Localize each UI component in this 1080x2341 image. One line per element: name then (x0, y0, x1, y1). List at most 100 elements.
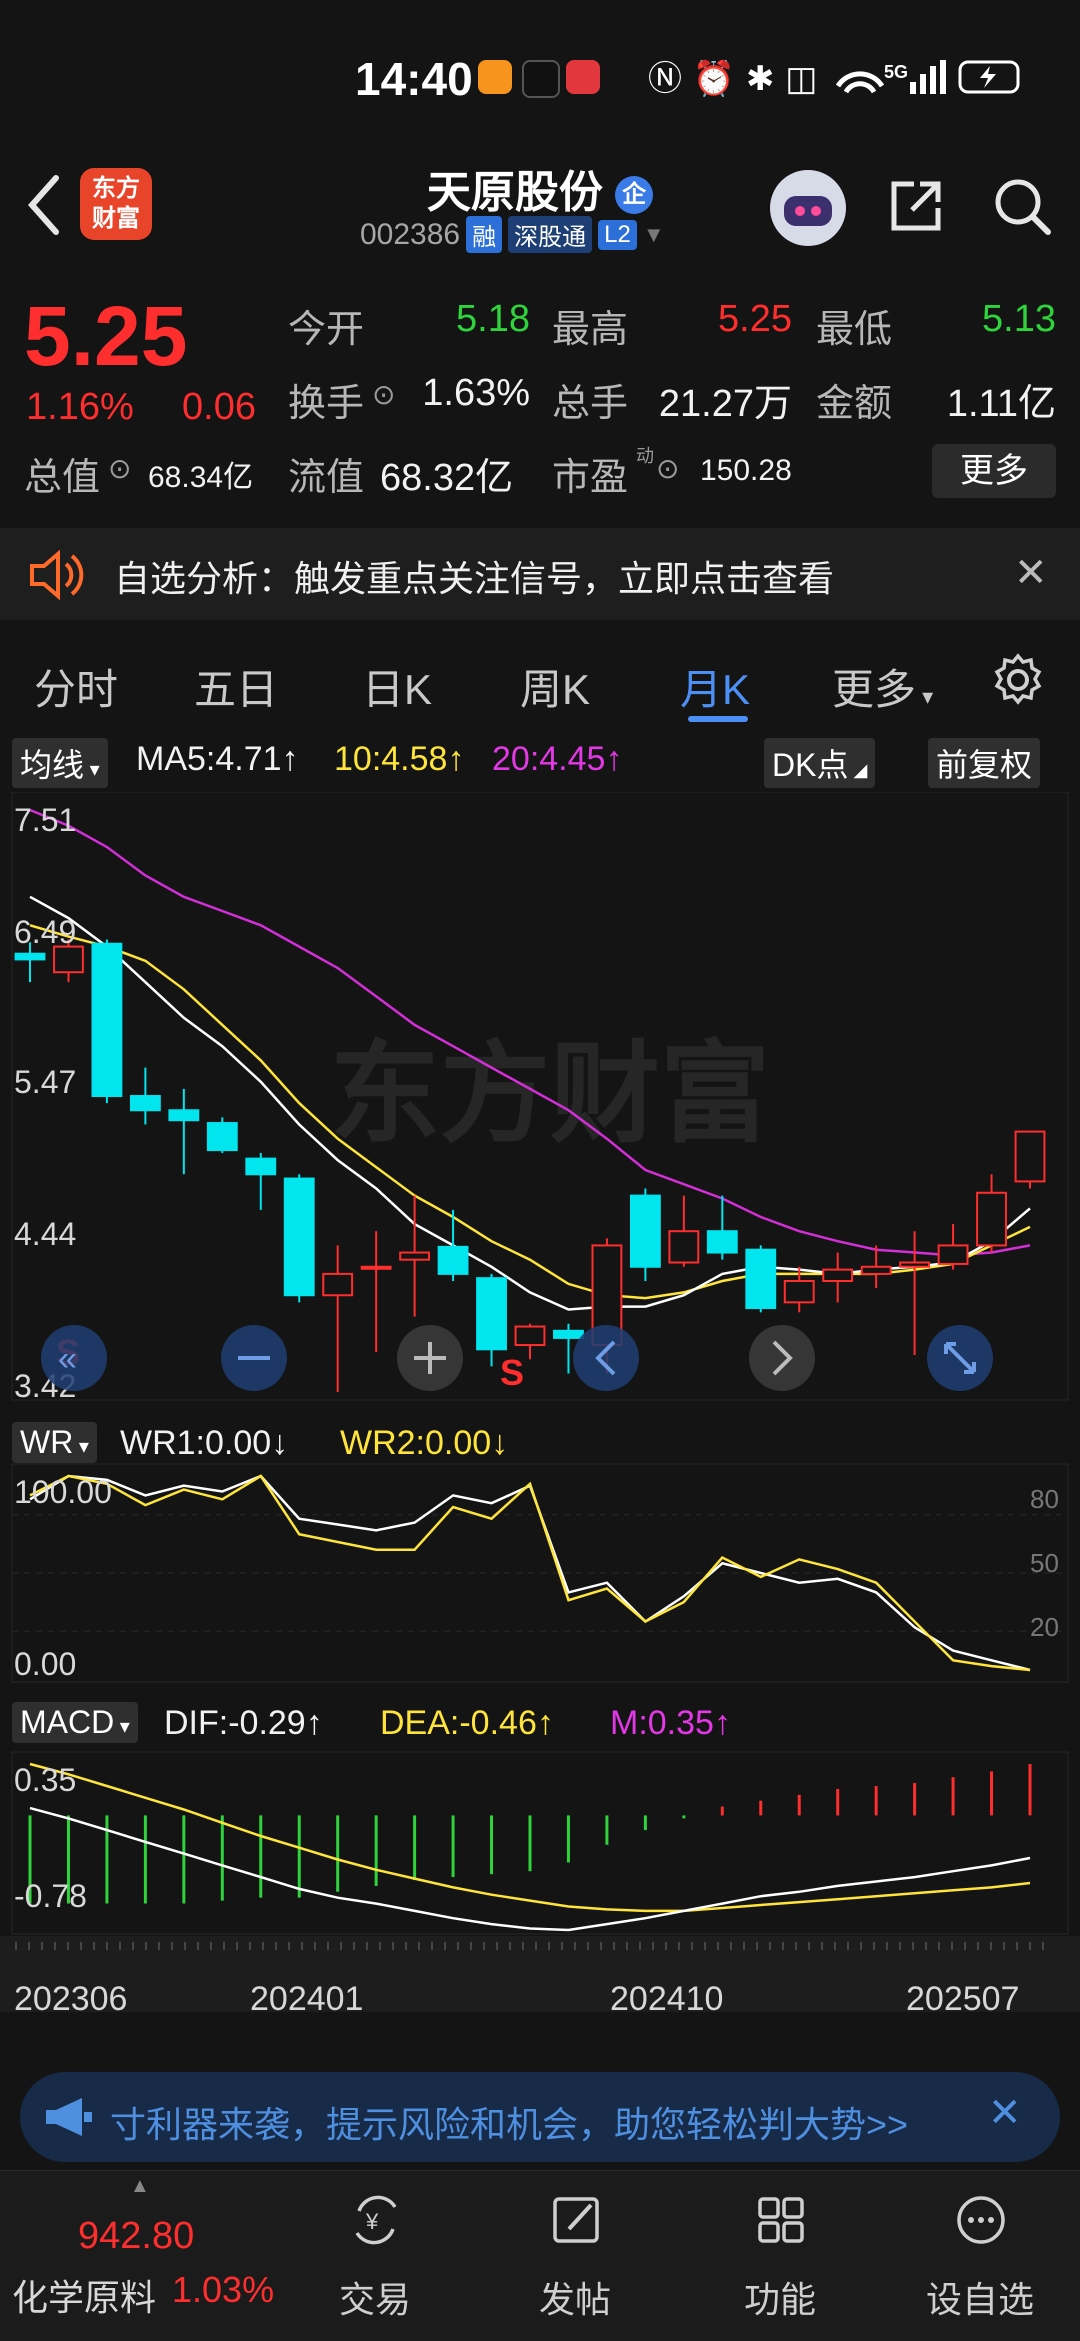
candle-body (668, 1230, 700, 1264)
promo-banner[interactable]: 寸利器来袭，提示风险和机会，助您轻松判大势>> ✕ (20, 2072, 1060, 2162)
close-icon[interactable]: ✕ (988, 2090, 1022, 2136)
kline-axis-label: 7.51 (14, 802, 77, 838)
candle-body (360, 1265, 392, 1270)
turnover-label: 换手 (288, 383, 365, 425)
robot-assistant-icon[interactable] (770, 170, 846, 246)
more-quote-button[interactable]: 更多 (932, 444, 1056, 498)
wr-axis-bottom: 0.00 (14, 1646, 77, 1682)
scroll-left-button[interactable] (573, 1325, 639, 1391)
notification-app-icon (478, 60, 512, 94)
candle-body (899, 1261, 931, 1268)
adjust-button[interactable]: 前复权 (928, 738, 1041, 788)
candle-body (245, 1157, 277, 1176)
candle-body (322, 1272, 354, 1297)
index-percent: 1.03% (172, 2269, 275, 2310)
zoom-out-button[interactable] (221, 1325, 287, 1391)
index-quote[interactable]: ▲ 942.80 化学原料 1.03% (0, 2171, 290, 2341)
candle-body (91, 942, 123, 1098)
nav-functions[interactable]: 功能 (690, 2171, 870, 2341)
svg-text:«: « (58, 1340, 77, 1378)
margin-tag: 融 (466, 216, 503, 253)
change-amount: 0.06 (182, 386, 256, 428)
wr-legend: WR ▾ WR1:0.00↓ WR2:0.00↓ (0, 1416, 1080, 1474)
huawei-store-icon (566, 60, 600, 94)
chart-svg[interactable]: 东方财富 (0, 792, 1080, 2012)
macd-selector[interactable]: MACD ▾ (12, 1702, 138, 1743)
mktcap-value: 68.34亿 (148, 461, 254, 494)
share-icon[interactable] (886, 176, 946, 236)
nav-add-watchlist[interactable]: 设自选 (890, 2171, 1070, 2341)
analysis-notice[interactable]: 自选分析：触发重点关注信号，立即点击查看 ✕ (0, 528, 1080, 620)
date-tick: 202306 (14, 1980, 128, 2018)
info-icon[interactable]: ⊙ (656, 452, 679, 485)
macd-panel-border (11, 1751, 1069, 1935)
scroll-right-button[interactable] (749, 1325, 815, 1391)
banner-text: 寸利器来袭，提示风险和机会，助您轻松判大势>> (110, 2104, 909, 2145)
nav-add-watchlist-label: 设自选 (925, 2279, 1034, 2320)
info-icon[interactable]: ⊙ (108, 452, 131, 485)
open-value: 5.18 (456, 298, 530, 340)
wr1-value: WR1:0.00↓ (120, 1424, 289, 1462)
pe-dynamic-mark: 动 (636, 446, 654, 466)
nav-functions-label: 功能 (743, 2279, 816, 2320)
high-value: 5.25 (718, 298, 792, 340)
kline-axis-label: 5.47 (14, 1064, 77, 1100)
date-tick: 202507 (906, 1980, 1020, 2018)
float-label: 流值 (288, 457, 365, 499)
nav-post-label: 发帖 (538, 2279, 611, 2320)
ma20-value: 20:4.45↑ (492, 740, 623, 778)
candle-body (129, 1095, 161, 1112)
settings-gear-icon[interactable] (990, 652, 1046, 708)
date-tick: 202410 (610, 1980, 724, 2018)
chevron-down-icon[interactable]: ▼ (643, 222, 665, 248)
tab-five-day[interactable]: 五日 (194, 656, 278, 717)
tab-intraday[interactable]: 分时 (34, 656, 118, 717)
info-icon[interactable]: ⊙ (372, 378, 395, 411)
wr-axis-top: 100.00 (14, 1474, 112, 1510)
zoom-in-button[interactable] (397, 1325, 463, 1391)
fullscreen-button[interactable] (927, 1325, 993, 1391)
wr-right-label: 50 (1030, 1548, 1059, 1578)
chart-area: 均线 ▾ MA5:4.71↑ 10:4.58↑ 20:4.45↑ DK点 ◢ 前… (0, 732, 1080, 2052)
svg-text:Ⓝ ⏰ ✱ ◫: Ⓝ ⏰ ✱ ◫ (648, 58, 817, 99)
float-value: 68.32亿 (380, 457, 514, 499)
scroll-left-fast-button[interactable]: « (41, 1325, 107, 1391)
chevron-up-icon: ▲ (130, 2175, 150, 2197)
amount-label: 金额 (816, 383, 893, 425)
period-tabs: 分时 五日 日K 周K 月K 更多 ▾ (0, 630, 1080, 730)
nav-trade-label: 交易 (338, 2279, 411, 2320)
tab-monthly-k[interactable]: 月K (680, 656, 750, 717)
connect-tag: 深股通 (508, 216, 593, 253)
dk-point-button[interactable]: DK点 ◢ (764, 738, 876, 788)
nav-post[interactable]: 发帖 (485, 2171, 665, 2341)
candle-body (206, 1122, 238, 1152)
pe-label: 市盈 (552, 457, 629, 499)
search-icon[interactable] (990, 174, 1054, 238)
close-icon[interactable]: ✕ (1014, 550, 1048, 596)
speaker-icon (30, 550, 84, 600)
kline-legend: 均线 ▾ MA5:4.71↑ 10:4.58↑ 20:4.45↑ DK点 ◢ 前… (0, 732, 1080, 790)
active-tab-indicator (688, 716, 748, 722)
quote-panel: 5.25 1.16% 0.06 今开 5.18 最高 5.25 最低 5.13 … (0, 272, 1080, 522)
macd-axis-bottom: -0.78 (14, 1878, 87, 1914)
dif-value: DIF:-0.29↑ (164, 1704, 323, 1742)
candle-body (283, 1177, 315, 1297)
wr-selector[interactable]: WR ▾ (12, 1422, 97, 1463)
ma10-value: 10:4.58↑ (334, 740, 465, 778)
stock-header: 东方 财富 天原股份 企 002386 融 深股通 L2 ▼ (0, 150, 1080, 270)
nav-trade[interactable]: ¥ 交易 (285, 2171, 465, 2341)
kline-axis-label: 6.49 (14, 914, 77, 950)
indicator-selector[interactable]: 均线 ▾ (12, 738, 108, 788)
trade-yen-icon: ¥ (355, 2195, 397, 2245)
low-value: 5.13 (982, 298, 1056, 340)
amount-value: 1.11亿 (946, 383, 1056, 425)
tab-weekly-k[interactable]: 周K (520, 656, 590, 717)
tab-more[interactable]: 更多 ▾ (832, 656, 933, 717)
mktcap-label: 总值 (24, 457, 101, 499)
candle-body (860, 1265, 892, 1275)
candle-body (745, 1248, 777, 1310)
ma5-value: MA5:4.71↑ (136, 740, 299, 778)
candle-body (437, 1245, 469, 1275)
tab-daily-k[interactable]: 日K (362, 656, 432, 717)
svg-text:¥: ¥ (365, 2209, 379, 2234)
